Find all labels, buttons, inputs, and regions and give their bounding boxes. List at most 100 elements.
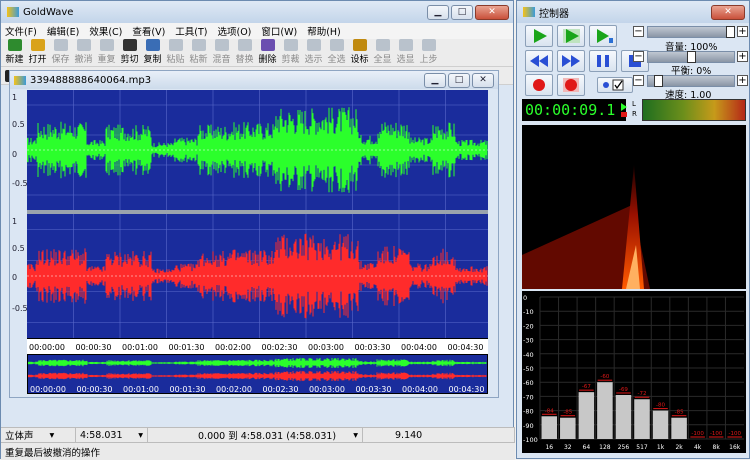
volume-decrease-button[interactable]: − — [633, 26, 644, 37]
play-state-icon — [621, 103, 628, 117]
eq-bar — [541, 416, 558, 439]
volume-slider[interactable] — [647, 26, 735, 38]
eq-y-label: -60 — [523, 379, 534, 387]
play-from-button[interactable] — [589, 25, 617, 47]
play-button[interactable] — [525, 25, 553, 47]
slider-thumb[interactable] — [654, 75, 663, 87]
play-selection-button[interactable] — [557, 25, 585, 47]
menu-item[interactable]: 窗口(W) — [261, 24, 297, 38]
menu-item[interactable]: 文件(F) — [5, 24, 37, 38]
eq-bar-label: -67 — [582, 384, 591, 390]
record-new-button[interactable] — [557, 74, 585, 96]
slider-thumb[interactable] — [726, 26, 735, 38]
control-close-button[interactable]: ✕ — [711, 4, 745, 20]
doc-close-button[interactable]: ✕ — [472, 72, 494, 88]
toolbar-button[interactable]: 粘新 — [187, 39, 210, 66]
eq-bar — [615, 394, 632, 439]
slider-thumb[interactable] — [687, 51, 696, 63]
left-channel-waveform[interactable] — [27, 90, 488, 210]
toolbar-icon — [283, 39, 298, 51]
volume-increase-button[interactable]: + — [737, 26, 748, 37]
close-button[interactable]: ✕ — [475, 4, 509, 20]
eq-bar-label: -100 — [691, 431, 704, 437]
toolbar-icon — [214, 39, 229, 51]
status-bar-top: 立体声 ▾ 4:58.031 ▾ 0.000 到 4:58.031 (4:58.03… — [1, 427, 515, 442]
toolbar-button-label: 选显 — [396, 55, 415, 65]
toolbar-button[interactable]: 全显 — [371, 39, 394, 66]
toolbar-button[interactable]: 粘贴 — [164, 39, 187, 66]
eq-bar-label: -100 — [728, 431, 741, 437]
toolbar-button[interactable]: 复制 — [141, 39, 164, 66]
maximize-button[interactable]: □ — [451, 4, 473, 20]
overview-waveform[interactable]: 00:00:00 00:00:30 00:01:00 00:01:30 00:02:00… — [27, 354, 488, 394]
control-title: 控制器 — [539, 8, 569, 20]
toolbar-button[interactable]: 撤消 — [72, 39, 95, 66]
toolbar-button[interactable]: 新建 — [3, 39, 26, 66]
overview-tick-label: 00:02:30 — [262, 385, 299, 394]
toolbar-button[interactable]: 打开 — [26, 39, 49, 66]
timeline-ruler[interactable]: 00:00:00 00:00:30 00:01:00 00:01:30 00:02:00… — [27, 338, 488, 354]
menu-item[interactable]: 编辑(E) — [47, 24, 79, 38]
selection-status[interactable]: 0.000 到 4:58.031 (4:58.031) ▾ — [148, 428, 363, 442]
speed-decrease-button[interactable]: − — [633, 75, 644, 86]
toolbar-button[interactable]: 选显 — [394, 39, 417, 66]
speed-increase-button[interactable]: + — [737, 75, 748, 86]
fast-forward-button[interactable] — [557, 50, 585, 72]
play-selection-icon — [563, 29, 580, 43]
minimize-icon: ▁ — [434, 7, 442, 17]
eq-bar — [597, 382, 613, 439]
balance-increase-button[interactable]: + — [737, 51, 748, 62]
overview-tick-label: 00:01:00 — [123, 385, 159, 394]
eq-band-label: 517 — [636, 444, 648, 451]
balance-slider[interactable] — [647, 51, 735, 63]
monitor-checkbox-icon — [603, 79, 624, 91]
minimize-button[interactable]: ▁ — [427, 4, 449, 20]
timeline-tick-label: 00:04:30 — [447, 343, 484, 352]
toolbar-button[interactable]: 混音 — [210, 39, 233, 66]
menu-item[interactable]: 查看(V) — [132, 24, 165, 38]
toolbar-icon — [7, 39, 22, 51]
eq-bar — [634, 399, 650, 439]
doc-minimize-button[interactable]: ▁ — [424, 72, 446, 88]
toolbar-button[interactable]: 剪切 — [118, 39, 141, 66]
timeline-tick-label: 00:02:30 — [261, 343, 298, 352]
doc-maximize-button[interactable]: □ — [448, 72, 470, 88]
toolbar-button[interactable]: 重复 — [95, 39, 118, 66]
menu-item[interactable]: 帮助(H) — [307, 24, 341, 38]
toolbar-button-label: 复制 — [143, 55, 162, 65]
toolbar-icon — [191, 39, 206, 51]
eq-y-label: -40 — [523, 351, 534, 359]
eq-band-label: 16 — [545, 444, 553, 451]
toolbar-button[interactable]: 选示 — [302, 39, 325, 66]
channel-status[interactable]: 立体声 ▾ — [1, 428, 76, 442]
rewind-icon — [530, 55, 548, 67]
toolbar-button[interactable]: 删除 — [256, 39, 279, 66]
toolbar-icon — [421, 39, 436, 51]
eq-band-label: 256 — [618, 444, 630, 451]
main-window: GoldWave ▁ □ ✕ 文件(F) 编辑(E) 效果(C) 查看(V) 工具(T)… — [0, 0, 515, 460]
menu-item[interactable]: 选项(O) — [218, 24, 252, 38]
record-button[interactable] — [525, 74, 553, 96]
speed-slider[interactable] — [647, 75, 735, 87]
toolbar-button[interactable]: 剪裁 — [279, 39, 302, 66]
toolbar-button[interactable]: 替换 — [233, 39, 256, 66]
rewind-button[interactable] — [525, 50, 553, 72]
toolbar-button-label: 删除 — [258, 55, 277, 65]
menu-item[interactable]: 效果(C) — [89, 24, 122, 38]
wave-file-icon — [14, 75, 26, 85]
toolbar-button[interactable]: 全选 — [325, 39, 348, 66]
toolbar-button[interactable]: 设标 — [348, 39, 371, 66]
toolbar-button[interactable]: 上步 — [417, 39, 440, 66]
eq-y-label: -70 — [523, 393, 534, 401]
eq-bar-label: -85 — [675, 410, 684, 416]
status-message: 重复最后被撤消的操作 — [1, 442, 515, 460]
right-channel-waveform[interactable] — [27, 214, 488, 338]
pause-button[interactable] — [589, 50, 617, 72]
menu-item[interactable]: 工具(T) — [175, 24, 207, 38]
length-status[interactable]: 4:58.031 ▾ — [76, 428, 148, 442]
monitor-toggle-button[interactable] — [597, 77, 633, 93]
toolbar-button[interactable]: 保存 — [49, 39, 72, 66]
balance-decrease-button[interactable]: − — [633, 51, 644, 62]
overview-tick-label: 00:00:30 — [76, 385, 113, 394]
play-from-icon — [597, 29, 613, 43]
